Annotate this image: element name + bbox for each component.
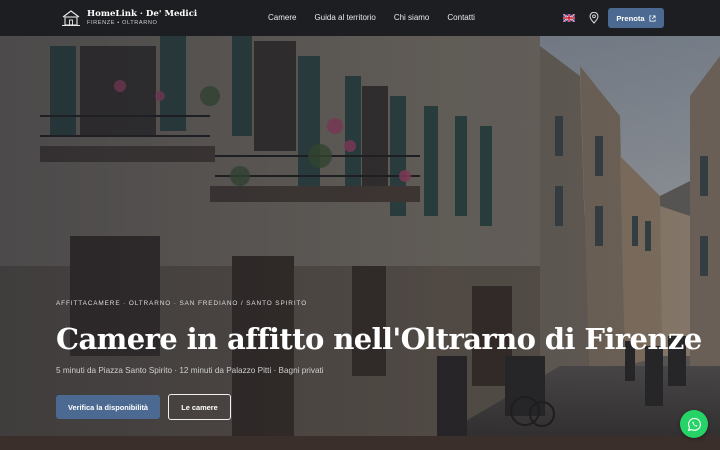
top-navbar: HomeLink · De' Medici FIRENZE • OLTRARNO…: [0, 0, 720, 36]
nav-link-camere[interactable]: Camere: [268, 13, 296, 22]
hero-section: AFFITTACAMERE · OLTRARNO · SAN FREDIANO …: [0, 36, 720, 436]
whatsapp-button[interactable]: [680, 410, 708, 438]
main-menu: Camere Guida al territorio Chi siamo Con…: [268, 13, 493, 22]
hero-dark-overlay: [0, 36, 720, 436]
external-link-icon: [649, 14, 656, 22]
hero-title: Camere in affitto nell'Oltrarno di Firen…: [56, 322, 702, 356]
brand-name: HomeLink · De' Medici: [87, 8, 198, 19]
nav-link-guida[interactable]: Guida al territorio: [314, 13, 375, 22]
book-button-label: Prenota: [616, 13, 645, 23]
book-button[interactable]: Prenota: [608, 8, 664, 28]
whatsapp-icon: [687, 417, 701, 431]
nav-link-contatti[interactable]: Contatti: [447, 13, 475, 22]
hero-subtitle: 5 minuti da Piazza Santo Spirito · 12 mi…: [56, 366, 324, 375]
rooms-button[interactable]: Le camere: [168, 394, 231, 420]
brand-subtitle: FIRENZE • OLTRARNO: [87, 19, 158, 26]
hero-eyebrow: AFFITTACAMERE · OLTRARNO · SAN FREDIANO …: [56, 300, 308, 307]
next-section-edge: [0, 436, 720, 450]
check-availability-button[interactable]: Verifica la disponibilità: [56, 395, 160, 419]
map-pin-icon[interactable]: [589, 12, 599, 24]
nav-link-chi-siamo[interactable]: Chi siamo: [394, 13, 430, 22]
brand-logo-link[interactable]: HomeLink · De' Medici FIRENZE • OLTRARNO: [61, 9, 197, 27]
house-logo-icon: [62, 10, 80, 26]
uk-flag-icon[interactable]: [563, 14, 575, 22]
